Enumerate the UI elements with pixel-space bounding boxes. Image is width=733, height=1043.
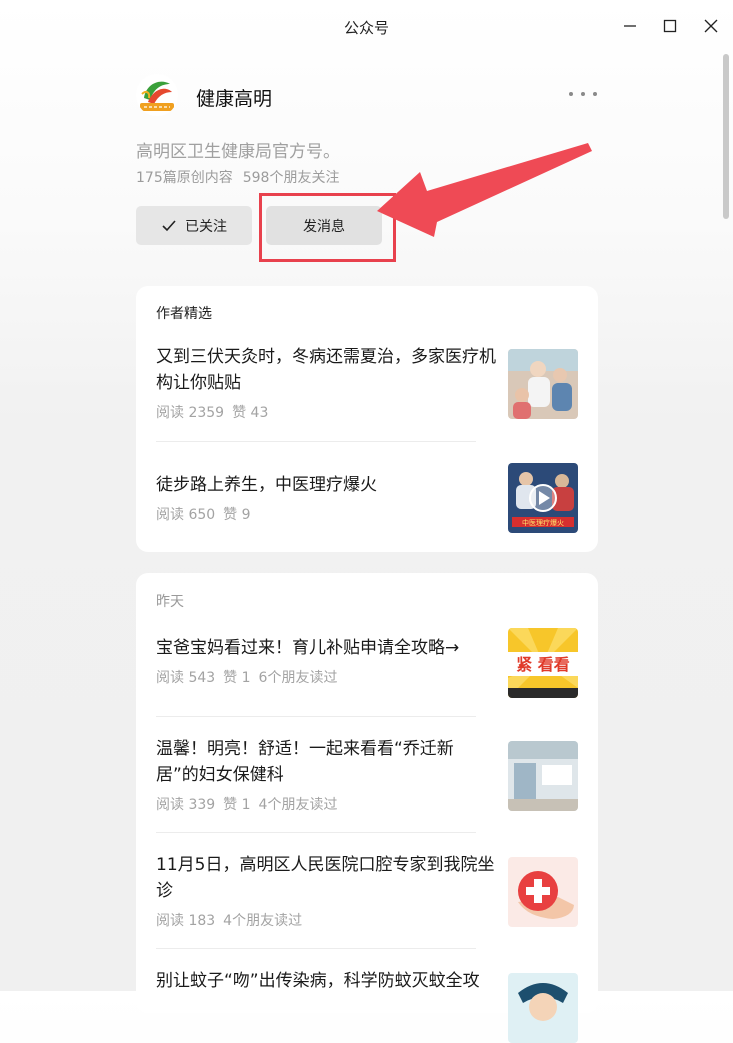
maximize-icon xyxy=(663,19,677,33)
article-title: 徒步路上养生，中医理疗爆火 xyxy=(156,475,377,495)
close-icon xyxy=(704,19,718,33)
maximize-button[interactable] xyxy=(657,13,683,39)
read-count: 阅读 650 xyxy=(156,507,216,523)
follow-label: 已关注 xyxy=(185,218,227,235)
article-thumbnail xyxy=(508,349,578,419)
article-item[interactable]: 徒步路上养生，中医理疗爆火 阅读 650 赞 9 中医理疗爆火 xyxy=(156,463,578,533)
svg-text:紧 看看: 紧 看看 xyxy=(516,655,570,674)
svg-text:中医理疗爆火: 中医理疗爆火 xyxy=(522,518,564,527)
more-dot-icon xyxy=(569,92,573,96)
scrollbar[interactable] xyxy=(723,54,729,219)
article-thumbnail: 紧 看看 xyxy=(508,628,578,698)
item-divider xyxy=(156,948,476,949)
minimize-button[interactable] xyxy=(617,13,643,39)
read-count: 阅读 339 xyxy=(156,797,216,813)
minimize-icon xyxy=(624,25,636,27)
like-count: 赞 43 xyxy=(232,405,269,421)
article-thumbnail xyxy=(508,741,578,811)
yesterday-header: 昨天 xyxy=(156,594,184,610)
title-bar: 公众号 xyxy=(0,0,733,52)
item-divider xyxy=(156,832,476,833)
check-icon xyxy=(162,219,176,231)
article-title: 宝爸宝妈看过来！育儿补贴申请全攻略→ xyxy=(156,638,460,658)
highlight-box xyxy=(259,193,396,262)
article-title: 温馨！明亮！舒适！一起来看看“乔迁新居”的妇女保健科 xyxy=(156,739,454,785)
featured-card: 作者精选 又到三伏天灸时，冬病还需夏治，多家医疗机构让你贴贴 阅读 2359 赞 … xyxy=(136,286,598,552)
like-count: 赞 9 xyxy=(223,507,251,523)
article-item[interactable]: 宝爸宝妈看过来！育儿补贴申请全攻略→ 阅读 543 赞 1 6个朋友读过 紧 看看 xyxy=(156,628,578,698)
friends-read: 6个朋友读过 xyxy=(258,670,338,686)
more-options-button[interactable] xyxy=(569,86,597,102)
article-item[interactable]: 别让蚊子“吻”出传染病，科学防蚊灭蚊全攻 xyxy=(156,968,578,1043)
article-item[interactable]: 11月5日，高明区人民医院口腔专家到我院坐诊 阅读 183 4个朋友读过 xyxy=(156,852,578,930)
friends-following[interactable]: 598个朋友关注 xyxy=(243,170,340,186)
featured-header: 作者精选 xyxy=(156,306,212,322)
avatar[interactable] xyxy=(136,74,178,116)
article-thumbnail xyxy=(508,973,578,1043)
more-dot-icon xyxy=(593,92,597,96)
account-name[interactable]: 健康高明 xyxy=(196,84,272,111)
article-title: 又到三伏天灸时，冬病还需夏治，多家医疗机构让你贴贴 xyxy=(156,347,496,393)
more-dot-icon xyxy=(581,92,585,96)
read-count: 阅读 2359 xyxy=(156,405,225,421)
original-count[interactable]: 175篇原创内容 xyxy=(136,170,233,186)
read-count: 阅读 543 xyxy=(156,670,216,686)
like-count: 赞 1 xyxy=(223,797,251,813)
article-item[interactable]: 又到三伏天灸时，冬病还需夏治，多家医疗机构让你贴贴 阅读 2359 赞 43 xyxy=(156,344,578,422)
account-stats: 175篇原创内容 598个朋友关注 xyxy=(136,167,339,187)
item-divider xyxy=(156,716,476,717)
like-count: 赞 1 xyxy=(223,670,251,686)
item-divider xyxy=(156,441,476,442)
read-count: 阅读 183 xyxy=(156,913,216,929)
yesterday-card: 昨天 宝爸宝妈看过来！育儿补贴申请全攻略→ 阅读 543 赞 1 6个朋友读过 紧 … xyxy=(136,573,598,1043)
friends-read: 4个朋友读过 xyxy=(258,797,338,813)
friends-read: 4个朋友读过 xyxy=(223,913,303,929)
article-item[interactable]: 温馨！明亮！舒适！一起来看看“乔迁新居”的妇女保健科 阅读 339 赞 1 4个朋友… xyxy=(156,736,578,814)
article-thumbnail xyxy=(508,857,578,927)
article-thumbnail: 中医理疗爆火 xyxy=(508,463,578,533)
close-button[interactable] xyxy=(698,13,724,39)
account-logo xyxy=(140,81,174,111)
article-title: 11月5日，高明区人民医院口腔专家到我院坐诊 xyxy=(156,855,495,901)
follow-button[interactable]: 已关注 xyxy=(136,206,252,245)
account-description: 高明区卫生健康局官方号。 xyxy=(136,142,340,162)
article-title: 别让蚊子“吻”出传染病，科学防蚊灭蚊全攻 xyxy=(156,971,480,991)
